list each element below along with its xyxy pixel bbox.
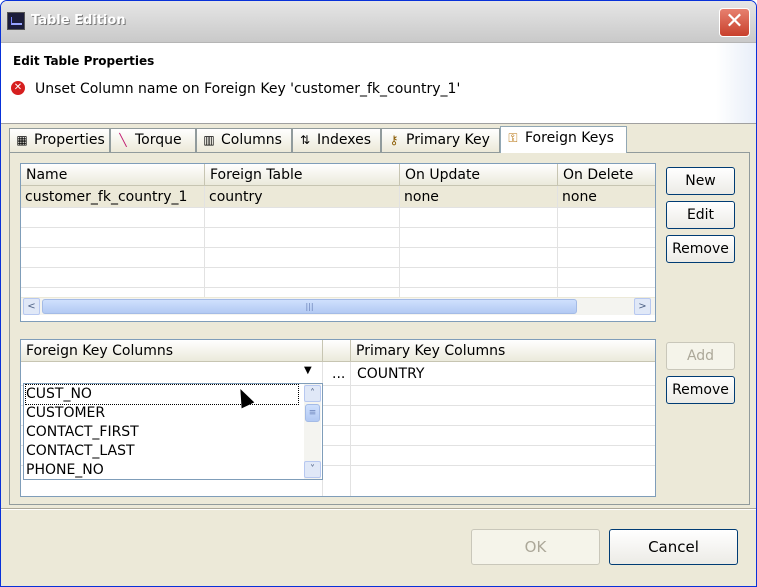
tab-columns[interactable]: ▥ Columns: [196, 128, 292, 152]
new-fk-button[interactable]: New: [666, 167, 735, 195]
close-button[interactable]: ✕: [719, 8, 750, 37]
fk-on-update-cell: none: [404, 189, 439, 205]
dropdown-option-contact-first[interactable]: CONTACT_FIRST: [26, 423, 139, 442]
ok-button[interactable]: OK: [471, 529, 600, 565]
grid-line: [21, 287, 655, 288]
add-column-button[interactable]: Add: [666, 342, 735, 370]
grid-line: [204, 186, 205, 297]
header-title: Edit Table Properties: [13, 54, 155, 68]
fk-on-delete-cell: none: [562, 189, 597, 205]
dialog-header: Edit Table Properties ✕ Unset Column nam…: [1, 43, 756, 124]
cancel-button[interactable]: Cancel: [609, 529, 738, 565]
ellipsis-button[interactable]: ...: [328, 364, 345, 384]
key-icon: ⚷: [389, 133, 399, 147]
horizontal-scroll-thumb[interactable]: |||: [42, 299, 577, 314]
grid-line: [21, 207, 655, 208]
eclipse-app-icon: [7, 12, 25, 30]
columns-icon: ▥: [203, 133, 215, 147]
column-header-name[interactable]: Name: [21, 164, 205, 186]
header-decoration: [716, 43, 756, 123]
grid-line: [21, 227, 655, 228]
fk-column-combo[interactable]: ▼: [21, 362, 322, 384]
table-edition-dialog: Table Edition ✕ Edit Table Properties ✕ …: [0, 0, 757, 587]
tab-label: Columns: [221, 132, 282, 148]
torque-icon: ╲: [119, 133, 127, 147]
grid-line: [21, 267, 655, 268]
indexes-icon: ⇅: [299, 133, 311, 147]
column-header-spacer: [323, 340, 351, 362]
dropdown-option-phone-no[interactable]: PHONE_NO: [26, 461, 104, 479]
vertical-scroll-thumb[interactable]: ≡: [305, 404, 320, 422]
edit-fk-button[interactable]: Edit: [666, 201, 735, 229]
tab-indexes[interactable]: ⇅ Indexes: [292, 128, 381, 152]
dropdown-vertical-scrollbar[interactable]: ˄ ≡ ˅: [304, 384, 321, 479]
tab-primary-key[interactable]: ⚷ Primary Key: [381, 128, 500, 152]
scroll-left-button[interactable]: <: [23, 298, 40, 315]
error-message: Unset Column name on Foreign Key 'custom…: [35, 81, 461, 97]
remove-fk-button[interactable]: Remove: [666, 235, 735, 263]
horizontal-scrollbar[interactable]: < ||| >: [21, 297, 655, 315]
fk-name-cell: customer_fk_country_1: [25, 189, 188, 205]
column-header-on-update[interactable]: On Update: [400, 164, 558, 186]
chevron-down-icon[interactable]: ▼: [304, 365, 312, 376]
scroll-grip-icon: |||: [305, 302, 314, 311]
grid-line: [350, 362, 351, 496]
fk-foreign-table-cell: country: [209, 189, 263, 205]
title-bar[interactable]: Table Edition ✕: [1, 1, 756, 43]
column-header-foreign-table[interactable]: Foreign Table: [205, 164, 400, 186]
scroll-down-button[interactable]: ˅: [304, 461, 321, 478]
window-title: Table Edition: [31, 13, 126, 28]
grid-line: [399, 186, 400, 297]
fk-column-dropdown-list[interactable]: CUST_NO CUSTOMER CONTACT_FIRST CONTACT_L…: [23, 383, 323, 480]
grid-line: [557, 186, 558, 297]
primary-key-column-cell: COUNTRY: [357, 366, 425, 382]
scroll-up-button[interactable]: ˄: [304, 385, 321, 402]
scroll-right-button[interactable]: >: [634, 298, 651, 315]
tab-label: Indexes: [317, 132, 372, 148]
table-icon: ▦: [16, 133, 28, 147]
tab-label: Foreign Keys: [525, 130, 614, 146]
tab-torque[interactable]: ╲ Torque: [110, 128, 196, 152]
grid-line: [21, 247, 655, 248]
separator: [1, 508, 756, 510]
foreign-key-icon: ⚿: [508, 131, 518, 145]
tab-label: Primary Key: [406, 132, 490, 148]
scroll-grip-icon: ≡: [308, 408, 317, 418]
dropdown-option-contact-last[interactable]: CONTACT_LAST: [26, 442, 135, 461]
tab-label: Properties: [34, 132, 105, 148]
dropdown-option-customer[interactable]: CUSTOMER: [26, 404, 105, 423]
column-header-on-delete[interactable]: On Delete: [558, 164, 655, 186]
foreign-keys-panel: Name Foreign Table On Update On Delete c…: [9, 152, 750, 505]
column-header-primary-key-columns[interactable]: Primary Key Columns: [351, 340, 655, 362]
dropdown-option-cust-no[interactable]: CUST_NO: [25, 384, 299, 405]
tab-properties[interactable]: ▦ Properties: [9, 128, 110, 152]
tab-label: Torque: [135, 132, 182, 148]
tab-foreign-keys[interactable]: ⚿ Foreign Keys: [500, 126, 627, 153]
error-icon: ✕: [11, 81, 25, 95]
foreign-keys-table[interactable]: Name Foreign Table On Update On Delete c…: [20, 163, 656, 322]
column-header-foreign-key-columns[interactable]: Foreign Key Columns: [21, 340, 323, 362]
remove-column-button[interactable]: Remove: [666, 376, 735, 404]
